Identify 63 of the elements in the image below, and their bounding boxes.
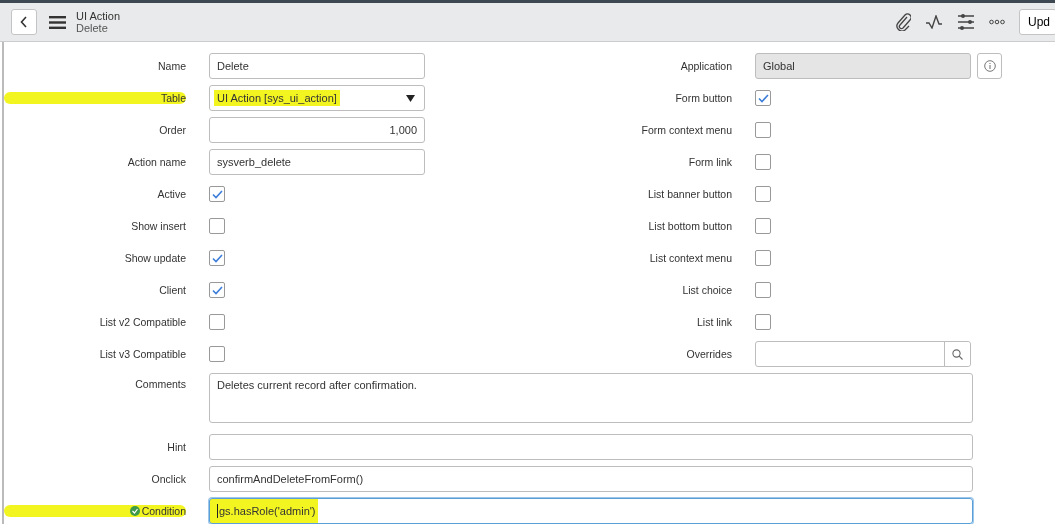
field-label: Show update <box>123 252 186 264</box>
record-name: Delete <box>76 22 109 34</box>
field-label: Form context menu <box>640 124 732 136</box>
checkbox[interactable] <box>209 250 225 266</box>
back-button[interactable] <box>11 9 37 35</box>
info-button[interactable] <box>977 53 1002 79</box>
checkbox[interactable] <box>209 282 225 298</box>
search-icon <box>952 348 963 360</box>
field-label: Hint <box>166 441 186 453</box>
field-label: Onclick <box>150 473 186 485</box>
input-field[interactable]: Delete <box>209 53 425 79</box>
input-field[interactable]: sysverb_delete <box>209 149 425 175</box>
field-label: List context menu <box>648 252 732 264</box>
menu-icon[interactable] <box>49 15 66 29</box>
select-field[interactable]: UI Action [sys_ui_action] <box>209 85 425 111</box>
field-label: Action name <box>126 156 186 168</box>
input-field[interactable]: confirmAndDeleteFromForm() <box>209 466 973 492</box>
field-label: Overrides <box>685 348 732 360</box>
checkbox[interactable] <box>755 154 771 170</box>
checkbox[interactable] <box>209 346 225 362</box>
sliders-icon[interactable] <box>957 14 975 30</box>
field-label: List banner button <box>646 188 732 200</box>
record-type-title: UI Action <box>76 10 121 22</box>
search-button[interactable] <box>944 342 970 366</box>
field-label: Application <box>679 60 732 72</box>
field-label: Form link <box>687 156 732 168</box>
readonly-field: Global <box>755 53 971 79</box>
checkbox[interactable] <box>755 314 771 330</box>
update-button[interactable]: Upd <box>1019 9 1055 35</box>
field-label: List link <box>696 316 732 328</box>
field-label: Table <box>4 92 186 104</box>
field-label: Client <box>158 284 186 296</box>
paperclip-icon[interactable] <box>895 13 911 31</box>
checkbox[interactable] <box>755 122 771 138</box>
field-label: Comments <box>134 377 186 390</box>
activity-icon[interactable] <box>925 15 943 29</box>
input-field[interactable]: gs.hasRole('admin') <box>209 498 973 524</box>
field-label: Condition <box>4 505 186 517</box>
field-label: Order <box>158 124 186 136</box>
field-label: Name <box>157 60 186 72</box>
checkbox[interactable] <box>755 90 771 106</box>
checkbox[interactable] <box>755 186 771 202</box>
checkbox[interactable] <box>209 186 225 202</box>
field-label: List choice <box>681 284 732 296</box>
field-label: Show insert <box>130 220 186 232</box>
textarea-field[interactable]: Deletes current record after confirmation. <box>209 373 973 423</box>
input-field[interactable] <box>209 434 973 460</box>
dropdown-caret-icon <box>406 94 415 102</box>
input-field[interactable]: 1,000 <box>209 117 425 143</box>
field-label: Active <box>156 188 186 200</box>
reference-field[interactable] <box>755 341 971 367</box>
checkbox[interactable] <box>209 314 225 330</box>
checkbox[interactable] <box>755 218 771 234</box>
info-icon <box>983 60 996 72</box>
field-label: Form button <box>674 92 732 104</box>
checkbox[interactable] <box>755 282 771 298</box>
back-icon <box>20 16 28 28</box>
field-label: List v3 Compatible <box>98 348 186 360</box>
checkbox[interactable] <box>755 250 771 266</box>
checkbox[interactable] <box>209 218 225 234</box>
more-icon[interactable] <box>989 19 1005 25</box>
field-label: List bottom button <box>647 220 732 232</box>
field-label: List v2 Compatible <box>98 316 186 328</box>
